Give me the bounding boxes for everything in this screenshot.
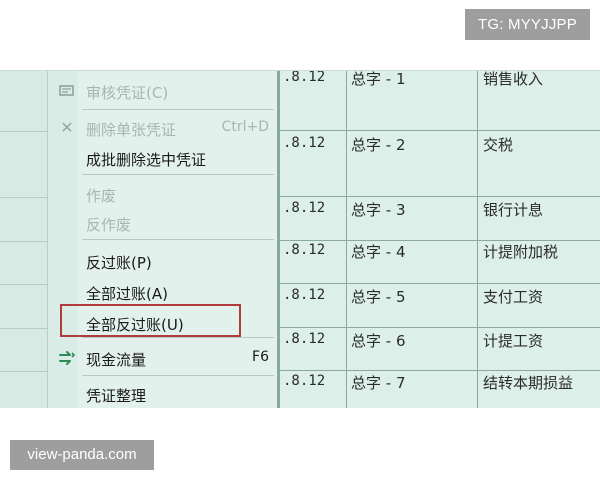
menu-item-cash-flow[interactable]: 现金流量 F6 (48, 343, 277, 373)
voucher-summary: 交税 (483, 136, 514, 154)
voucher-number: 总字 - 3 (351, 201, 406, 219)
menu-item-label: 成批删除选中凭证 (86, 151, 207, 169)
voucher-date: .8.12 (283, 373, 326, 389)
watermark-bottom: view-panda.com (10, 440, 154, 470)
voucher-summary: 支付工资 (483, 288, 544, 306)
menu-item-batch-delete[interactable]: 成批删除选中凭证 (48, 143, 277, 173)
menu-item-unpost[interactable]: 反过账(P) (48, 246, 277, 276)
menu-item-shortcut: F6 (252, 349, 269, 365)
menu-item-label: 反作废 (86, 216, 132, 234)
voucher-date: .8.12 (283, 331, 326, 347)
highlight-box (60, 304, 241, 337)
voucher-number: 总字 - 6 (351, 332, 406, 350)
menu-item-shortcut: Ctrl+D (221, 119, 269, 135)
voucher-summary: 计提附加税 (483, 243, 559, 261)
voucher-number: 总字 - 5 (351, 288, 406, 306)
table-row[interactable]: .8.12 总字 - 2 交税 (279, 131, 600, 197)
voucher-summary: 销售收入 (483, 70, 544, 88)
voucher-number: 总字 - 1 (351, 70, 406, 88)
menu-item-label: 凭证整理 (86, 387, 147, 405)
table-row[interactable]: .8.12 总字 - 5 支付工资 (279, 284, 600, 328)
left-column (0, 71, 48, 408)
menu-item-unvoid[interactable]: 反作废 (48, 208, 277, 238)
menu-item-delete-voucher[interactable]: ✕ 删除单张凭证 Ctrl+D (48, 113, 277, 143)
table-row[interactable]: .8.12 总字 - 1 销售收入 (279, 71, 600, 131)
audit-icon (58, 83, 76, 99)
menu-item-audit-voucher[interactable]: 审核凭证(C) (48, 76, 277, 106)
voucher-number: 总字 - 2 (351, 136, 406, 154)
voucher-date: .8.12 (283, 70, 326, 85)
cash-flow-icon (58, 350, 76, 366)
voucher-number: 总字 - 4 (351, 243, 406, 261)
menu-item-label: 现金流量 (86, 351, 147, 369)
voucher-date: .8.12 (283, 200, 326, 216)
voucher-date: .8.12 (283, 242, 326, 258)
voucher-summary: 计提工资 (483, 332, 544, 350)
voucher-number: 总字 - 7 (351, 374, 406, 392)
menu-item-label: 全部过账(A) (86, 285, 168, 303)
table-row[interactable]: .8.12 总字 - 7 结转本期损益 (279, 371, 600, 408)
menu-item-label: 反过账(P) (86, 254, 152, 272)
voucher-summary: 结转本期损益 (483, 374, 574, 392)
menu-item-label: 删除单张凭证 (86, 121, 177, 139)
voucher-screen: .8.12 总字 - 1 销售收入 .8.12 总字 - 2 交税 .8.12 … (0, 70, 600, 408)
table-row[interactable]: .8.12 总字 - 3 银行计息 (279, 197, 600, 241)
table-row[interactable]: .8.12 总字 - 4 计提附加税 (279, 241, 600, 284)
menu-item-void[interactable]: 作废 (48, 179, 277, 209)
menu-item-organize-vouchers[interactable]: 凭证整理 (48, 379, 277, 408)
voucher-date: .8.12 (283, 287, 326, 303)
menu-item-post-all[interactable]: 全部过账(A) (48, 277, 277, 307)
voucher-date: .8.12 (283, 135, 326, 151)
watermark-top: TG: MYYJJPP (465, 9, 590, 40)
close-icon: ✕ (60, 118, 74, 137)
context-menu: 审核凭证(C) ✕ 删除单张凭证 Ctrl+D 成批删除选中凭证 作废 反作废 … (48, 71, 279, 408)
table-row[interactable]: .8.12 总字 - 6 计提工资 (279, 328, 600, 371)
voucher-summary: 银行计息 (483, 201, 544, 219)
menu-item-label: 作废 (86, 187, 117, 205)
menu-item-label: 审核凭证(C) (86, 84, 169, 102)
voucher-table: .8.12 总字 - 1 销售收入 .8.12 总字 - 2 交税 .8.12 … (279, 71, 600, 408)
